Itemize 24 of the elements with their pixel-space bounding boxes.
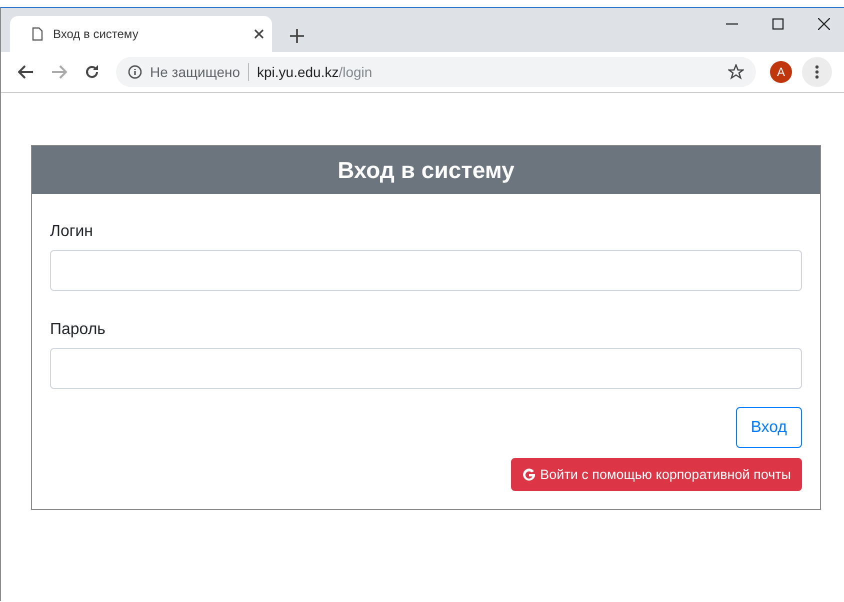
field-label: Пароль [50,321,107,339]
menu-icon[interactable] [815,65,819,79]
input-field[interactable] [50,348,802,389]
new-tab-icon[interactable] [290,29,304,43]
input-field[interactable] [50,250,802,291]
menu-button[interactable] [802,57,832,87]
card-title: Вход в систему [32,146,820,194]
back-icon[interactable] [18,65,34,79]
close-icon[interactable] [254,29,264,39]
google-login-button[interactable]: Войти с помощью корпоративной почты [511,458,802,491]
login-button[interactable]: Вход [736,407,802,448]
profile-avatar[interactable]: A [770,61,792,83]
maximize-icon[interactable] [772,18,784,30]
info-icon[interactable] [128,65,142,79]
security-label: Не защищено [150,64,240,80]
page-icon [32,27,43,41]
browser-tab[interactable]: Вход в систему [10,16,272,52]
g-logo-icon [522,468,536,482]
close-icon[interactable] [818,18,830,30]
star-icon[interactable] [728,64,744,80]
address-bar[interactable]: Не защищено kpi.yu.edu.kz/login [116,57,756,87]
url-text: kpi.yu.edu.kz/login [257,64,372,80]
field-label: Логин [50,223,94,241]
reload-icon[interactable] [84,64,100,80]
